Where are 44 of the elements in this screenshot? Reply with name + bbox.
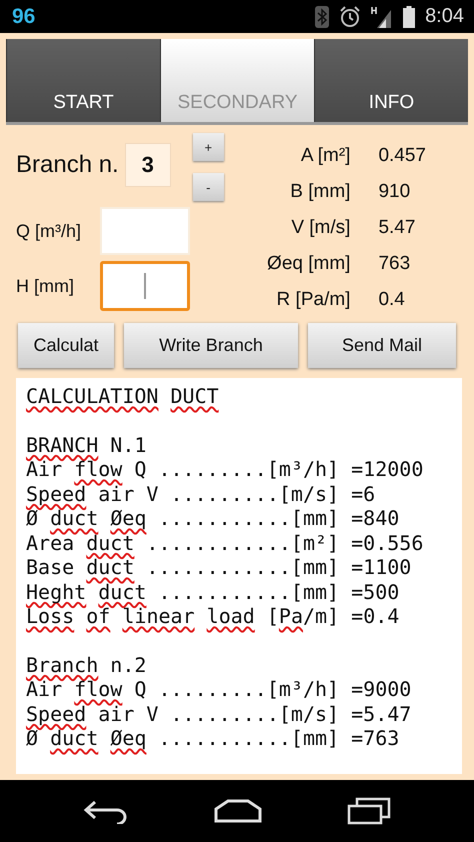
output-line: Area duct ............[m²] =0.556 (26, 530, 424, 555)
output-line: Base duct ............[mm] =1100 (26, 555, 412, 580)
tab[interactable]: INFO (314, 39, 468, 122)
branch-number-field[interactable]: 3 (124, 143, 171, 187)
bluetooth-icon (315, 6, 330, 28)
alarm-clock-icon (339, 6, 362, 28)
field-label: H [mm] (16, 276, 75, 296)
output-line: Loss of linear load [Pa/m] =0.4 (26, 604, 400, 628)
result-value: 0.4 (378, 289, 406, 311)
output-line: Ø duct Øeq ...........[mm] =763 (26, 726, 400, 750)
branch-label: Branch n. (16, 151, 119, 179)
output-line: Speed air V .........[m/s] =5.47 (26, 702, 412, 726)
home-icon[interactable] (214, 799, 262, 823)
clock-time: 8:04 (425, 5, 464, 28)
recent-apps-icon[interactable] (347, 797, 392, 825)
output-line: Branch n.2 (26, 652, 148, 677)
output-line: BRANCH N.1 (26, 432, 148, 457)
result-label: R [Pa/m] (276, 289, 350, 311)
signal-icon (371, 6, 394, 28)
output-line: Speed air V .........[m/s] =6 (26, 482, 376, 506)
output-line: CALCULATION DUCT (26, 384, 220, 408)
output-line: Air flow Q .........[m³/h] =9000 (26, 677, 412, 702)
battery-icon (403, 6, 416, 28)
action-button[interactable]: Write Branch (124, 323, 298, 368)
action-button[interactable]: Send Mail (308, 323, 456, 368)
output-line: Heght duct ...........[mm] =500 (26, 580, 400, 604)
result-label: B [mm] (289, 181, 350, 203)
notification-count: 96 (12, 4, 36, 28)
result-label: A [m²] (300, 145, 350, 167)
result-label: Øeq [mm] (267, 253, 350, 275)
result-label: V [m/s] (290, 217, 350, 239)
field-label: Q [m³/h] (16, 220, 82, 242)
result-value: 763 (378, 253, 412, 275)
input-field[interactable] (100, 261, 190, 311)
result-value: 0.457 (378, 145, 426, 167)
decrement-button[interactable]: - (192, 173, 224, 201)
increment-button[interactable]: + (192, 133, 224, 161)
result-value: 5.47 (378, 217, 416, 239)
action-button[interactable]: Calculat (18, 323, 114, 368)
output-line: Ø duct Øeq ...........[mm] =840 (26, 506, 400, 530)
back-icon[interactable] (82, 798, 129, 824)
tab[interactable]: START (6, 39, 160, 122)
output-line: Air flow Q .........[m³/h] =12000 (26, 457, 424, 482)
result-value: 910 (378, 181, 412, 203)
